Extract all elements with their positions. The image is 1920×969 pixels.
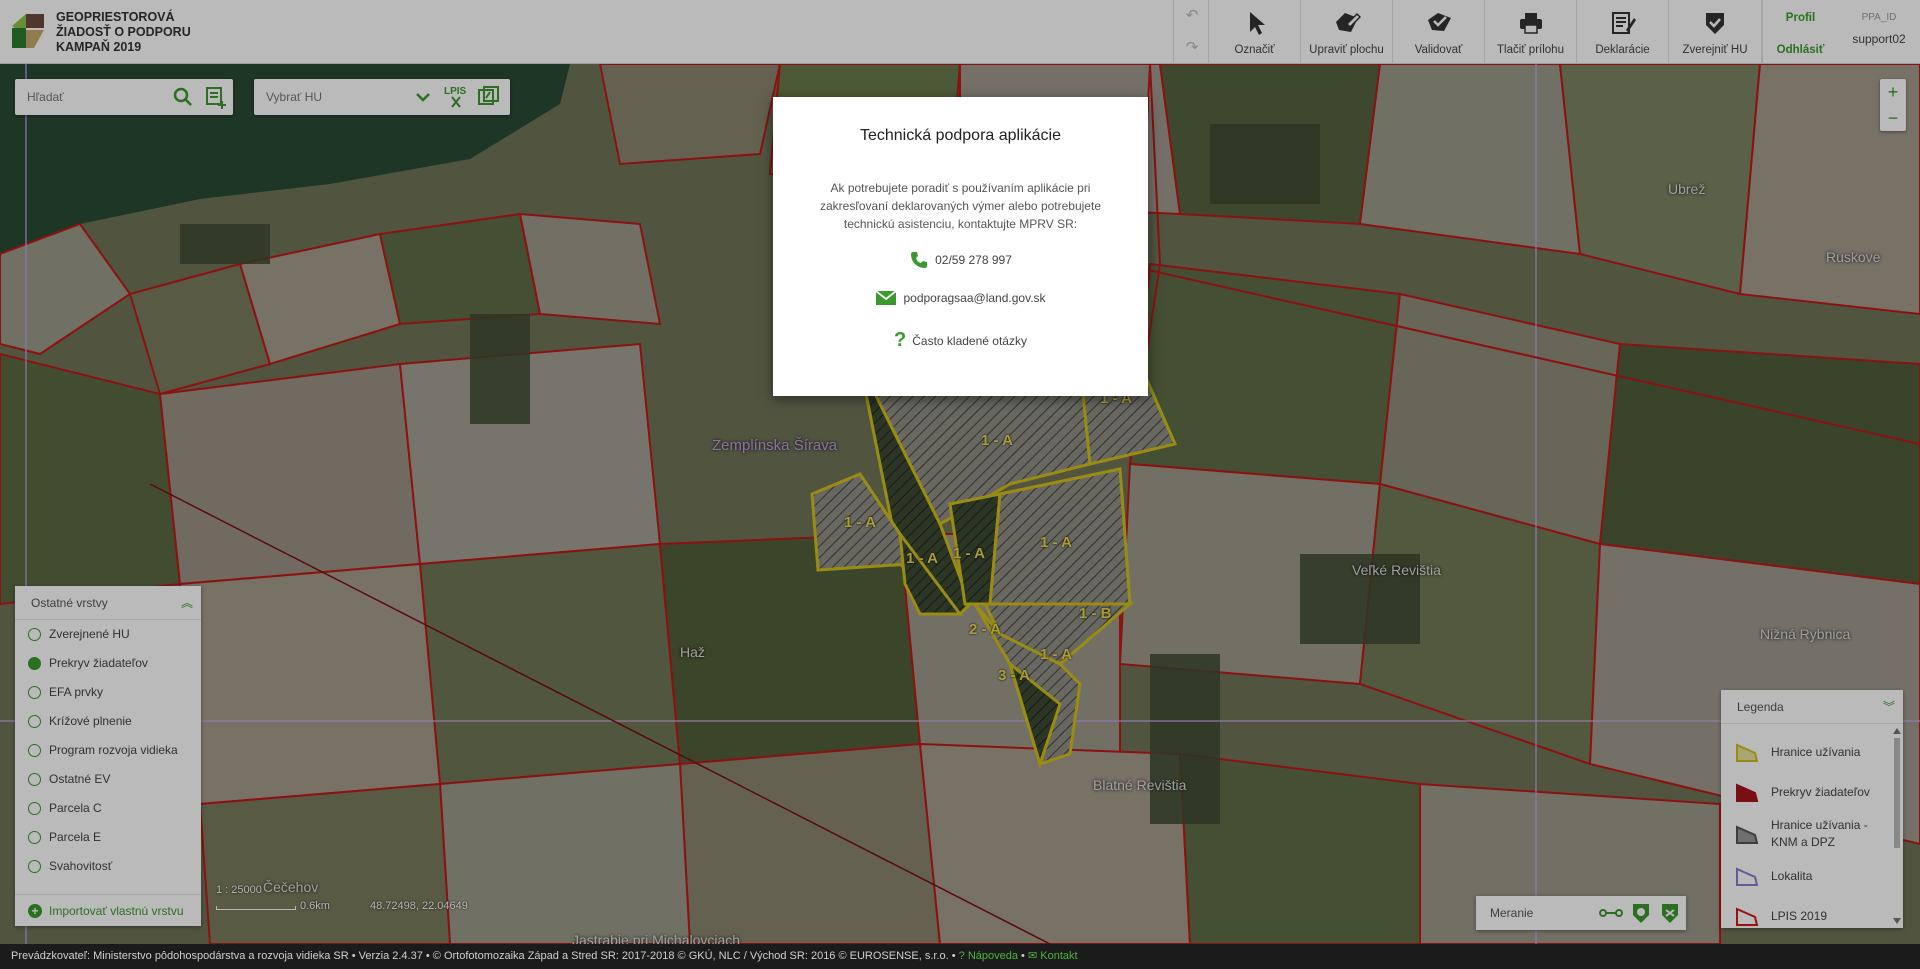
dialog-title: Technická podpora aplikácie xyxy=(859,127,1061,144)
support-dialog: Technická podpora aplikácie Ak potrebuje… xyxy=(773,97,1148,396)
help-link[interactable]: Nápoveda xyxy=(968,950,1018,962)
phone-icon xyxy=(911,252,928,268)
faq-link[interactable]: Často kladené otázky xyxy=(912,334,1027,348)
question-icon: ? xyxy=(894,329,907,351)
email-row: podporagsaa@land.gov.sk xyxy=(773,290,1148,306)
contact-link[interactable]: Kontakt xyxy=(1040,950,1077,962)
faq-row: ? Často kladené otázky xyxy=(773,329,1148,352)
dialog-description: Ak potrebujete poradiť s používaním apli… xyxy=(820,181,1101,231)
footer-text: Prevádzkovateľ: Ministerstvo pôdohospodá… xyxy=(11,950,956,962)
mail-icon: ✉ xyxy=(1027,950,1038,962)
email-address[interactable]: podporagsaa@land.gov.sk xyxy=(903,291,1045,305)
footer: Prevádzkovateľ: Ministerstvo pôdohospodá… xyxy=(0,944,1920,969)
phone-number[interactable]: 02/59 278 997 xyxy=(935,253,1012,267)
help-icon: ? xyxy=(958,950,965,962)
email-icon xyxy=(875,290,898,305)
phone-row: 02/59 278 997 xyxy=(773,250,1148,270)
